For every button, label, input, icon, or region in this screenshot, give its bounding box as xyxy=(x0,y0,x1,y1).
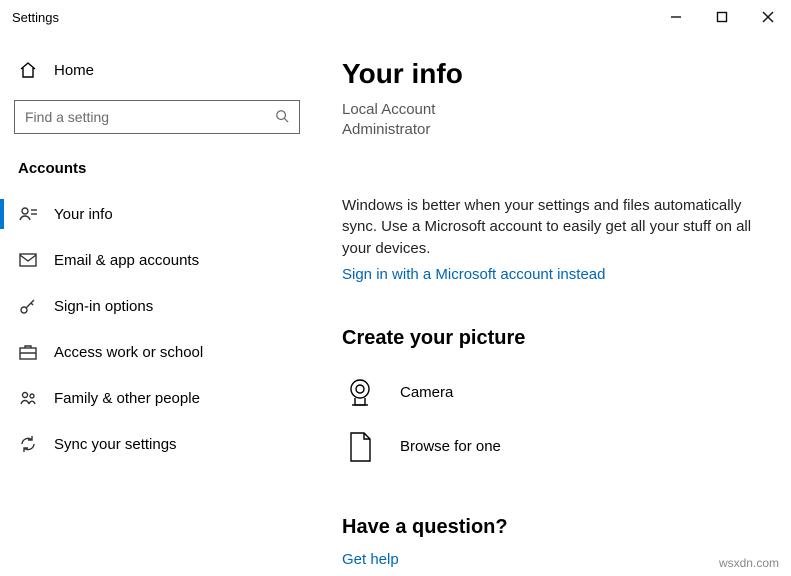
titlebar: Settings xyxy=(0,0,791,34)
source-watermark: wsxdn.com xyxy=(719,556,779,570)
sync-icon xyxy=(18,434,38,454)
nav-family[interactable]: Family & other people xyxy=(0,375,314,421)
account-type: Local Account xyxy=(342,100,771,120)
search-input[interactable] xyxy=(25,109,275,125)
account-role: Administrator xyxy=(342,120,771,140)
sync-description: Windows is better when your settings and… xyxy=(342,195,771,260)
camera-icon xyxy=(342,375,378,411)
home-label: Home xyxy=(54,62,94,79)
get-help-link[interactable]: Get help xyxy=(342,551,399,568)
mail-icon xyxy=(18,250,38,270)
nav-label: Email & app accounts xyxy=(54,252,199,269)
window-controls xyxy=(653,0,791,34)
page-heading: Your info xyxy=(342,58,771,90)
search-box[interactable] xyxy=(14,100,300,134)
section-title: Accounts xyxy=(0,152,314,191)
nav-your-info[interactable]: Your info xyxy=(0,191,314,237)
signin-ms-link[interactable]: Sign in with a Microsoft account instead xyxy=(342,266,605,283)
nav-label: Sync your settings xyxy=(54,436,177,453)
nav-work-school[interactable]: Access work or school xyxy=(0,329,314,375)
nav-label: Your info xyxy=(54,206,113,223)
close-button[interactable] xyxy=(745,0,791,34)
home-icon xyxy=(18,60,38,80)
briefcase-icon xyxy=(18,342,38,362)
minimize-button[interactable] xyxy=(653,0,699,34)
file-icon xyxy=(342,429,378,465)
key-icon xyxy=(18,296,38,316)
maximize-button[interactable] xyxy=(699,0,745,34)
camera-label: Camera xyxy=(400,384,453,401)
nav-label: Access work or school xyxy=(54,344,203,361)
question-heading: Have a question? xyxy=(342,516,771,539)
browse-option[interactable]: Browse for one xyxy=(342,420,771,474)
picture-heading: Create your picture xyxy=(342,327,771,350)
content-pane: Your info Local Account Administrator Wi… xyxy=(314,34,791,576)
nav-email[interactable]: Email & app accounts xyxy=(0,237,314,283)
person-badge-icon xyxy=(18,204,38,224)
home-nav[interactable]: Home xyxy=(0,50,314,90)
nav-sync[interactable]: Sync your settings xyxy=(0,421,314,467)
window-title: Settings xyxy=(12,10,59,25)
sidebar: Home Accounts Your info xyxy=(0,34,314,576)
search-icon xyxy=(275,109,289,126)
nav-signin-options[interactable]: Sign-in options xyxy=(0,283,314,329)
browse-label: Browse for one xyxy=(400,438,501,455)
nav-label: Family & other people xyxy=(54,390,200,407)
camera-option[interactable]: Camera xyxy=(342,366,771,420)
nav-label: Sign-in options xyxy=(54,298,153,315)
search-container xyxy=(14,100,300,134)
people-icon xyxy=(18,388,38,408)
